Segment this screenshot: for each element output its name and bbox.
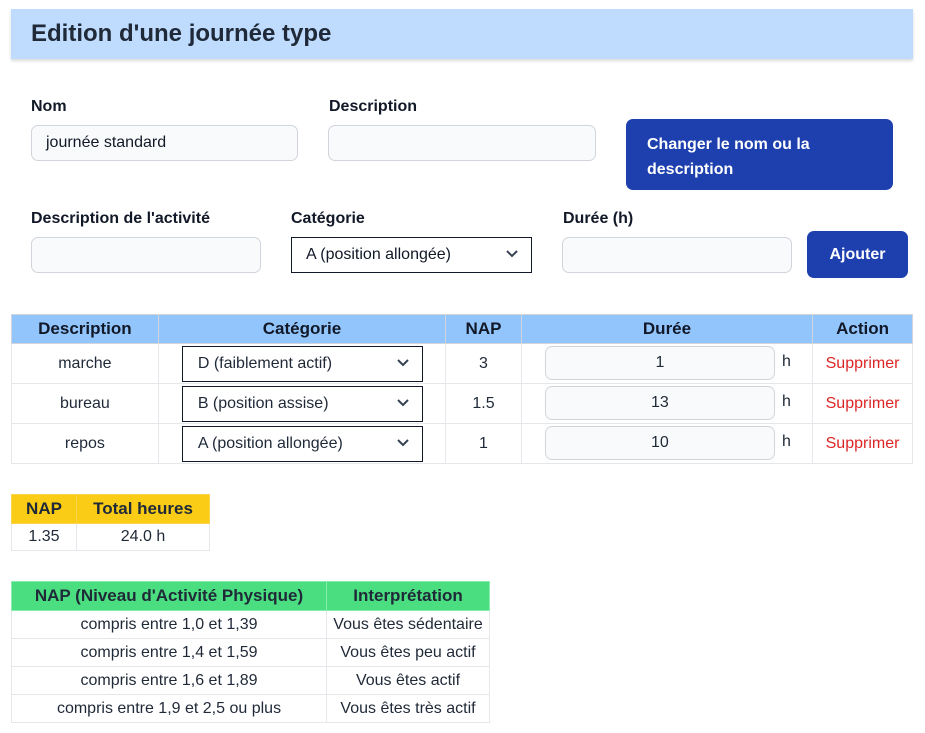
ref-meaning: Vous êtes très actif bbox=[326, 694, 490, 723]
duration-unit: h bbox=[781, 353, 791, 370]
col-header-duration: Durée bbox=[520, 314, 814, 344]
nap-reference-table: NAP (Niveau d'Activité Physique) Interpr… bbox=[11, 581, 490, 723]
table-row: compris entre 1,9 et 2,5 ou plus Vous êt… bbox=[11, 694, 490, 723]
duration-unit: h bbox=[781, 433, 791, 450]
row-category-value: A (position allongée) bbox=[197, 435, 343, 452]
chevron-down-icon bbox=[397, 439, 409, 447]
nom-input[interactable]: journée standard bbox=[31, 125, 298, 161]
activity-input[interactable] bbox=[31, 237, 261, 273]
col-header-nap: NAP bbox=[445, 314, 522, 344]
row-duration-input[interactable]: 1 bbox=[544, 346, 775, 380]
duration-unit: h bbox=[781, 393, 791, 410]
ref-header-interpretation: Interprétation bbox=[326, 581, 490, 611]
row-category-value: D (faiblement actif) bbox=[197, 355, 333, 372]
ref-range: compris entre 1,6 et 1,89 bbox=[11, 666, 327, 695]
page-title: Edition d'une journée type bbox=[31, 20, 332, 47]
ref-range: compris entre 1,0 et 1,39 bbox=[11, 610, 327, 639]
chevron-down-icon bbox=[397, 359, 409, 367]
row-duration-input[interactable]: 10 bbox=[544, 426, 775, 460]
summary-table: NAP Total heures 1.35 24.0 h bbox=[11, 494, 210, 551]
row-category-select[interactable]: A (position allongée) bbox=[181, 426, 423, 462]
ref-meaning: Vous êtes peu actif bbox=[326, 638, 490, 667]
activity-label: Description de l'activité bbox=[31, 210, 210, 227]
ref-meaning: Vous êtes actif bbox=[326, 666, 490, 695]
table-row: marche D (faiblement actif) 3 1h Supprim… bbox=[11, 343, 913, 384]
delete-button[interactable]: Supprimer bbox=[826, 435, 900, 452]
row-category-select[interactable]: D (faiblement actif) bbox=[181, 346, 423, 382]
ref-range: compris entre 1,9 et 2,5 ou plus bbox=[11, 694, 327, 723]
table-row: compris entre 1,6 et 1,89 Vous êtes acti… bbox=[11, 666, 490, 695]
activity-description: repos bbox=[11, 423, 159, 464]
summary-total-value: 24.0 h bbox=[76, 523, 210, 551]
category-select-value: A (position allongée) bbox=[306, 246, 451, 263]
summary-nap-value: 1.35 bbox=[11, 523, 77, 551]
chevron-down-icon bbox=[506, 250, 518, 258]
activity-nap: 3 bbox=[445, 343, 522, 384]
row-category-select[interactable]: B (position assise) bbox=[181, 386, 423, 422]
ref-range: compris entre 1,4 et 1,59 bbox=[11, 638, 327, 667]
activity-nap: 1.5 bbox=[445, 383, 522, 424]
summary-header-total: Total heures bbox=[76, 494, 210, 524]
description-label: Description bbox=[329, 98, 418, 115]
change-name-button[interactable]: Changer le nom ou la description bbox=[626, 119, 893, 190]
page-header: Edition d'une journée type bbox=[11, 9, 913, 59]
activity-nap: 1 bbox=[445, 423, 522, 464]
row-duration-input[interactable]: 13 bbox=[544, 386, 775, 420]
col-header-description: Description bbox=[11, 314, 159, 344]
table-row: repos A (position allongée) 1 10 h Suppri… bbox=[11, 423, 913, 464]
summary-header-nap: NAP bbox=[11, 494, 77, 524]
table-row: compris entre 1,4 et 1,59 Vous êtes peu … bbox=[11, 638, 490, 667]
activity-description: bureau bbox=[11, 383, 159, 424]
col-header-category: Catégorie bbox=[157, 314, 447, 344]
table-row: 1.35 24.0 h bbox=[11, 523, 210, 551]
col-header-action: Action bbox=[812, 314, 913, 344]
chevron-down-icon bbox=[397, 399, 409, 407]
duration-input[interactable] bbox=[562, 237, 792, 273]
nom-label: Nom bbox=[31, 98, 67, 115]
description-input[interactable] bbox=[328, 125, 596, 161]
delete-button[interactable]: Supprimer bbox=[826, 395, 900, 412]
ref-meaning: Vous êtes sédentaire bbox=[326, 610, 490, 639]
row-category-value: B (position assise) bbox=[197, 395, 329, 412]
ref-header-nap: NAP (Niveau d'Activité Physique) bbox=[11, 581, 327, 611]
activities-table: Description Catégorie NAP Durée Action m… bbox=[11, 314, 913, 464]
category-label: Catégorie bbox=[291, 210, 365, 227]
category-select[interactable]: A (position allongée) bbox=[291, 237, 532, 273]
duration-label: Durée (h) bbox=[563, 210, 634, 227]
delete-button[interactable]: Supprimer bbox=[826, 355, 900, 372]
add-button[interactable]: Ajouter bbox=[807, 231, 908, 278]
table-row: compris entre 1,0 et 1,39 Vous êtes séde… bbox=[11, 610, 490, 639]
activity-description: marche bbox=[11, 343, 159, 384]
table-row: bureau B (position assise) 1.5 13 h Suppr… bbox=[11, 383, 913, 424]
